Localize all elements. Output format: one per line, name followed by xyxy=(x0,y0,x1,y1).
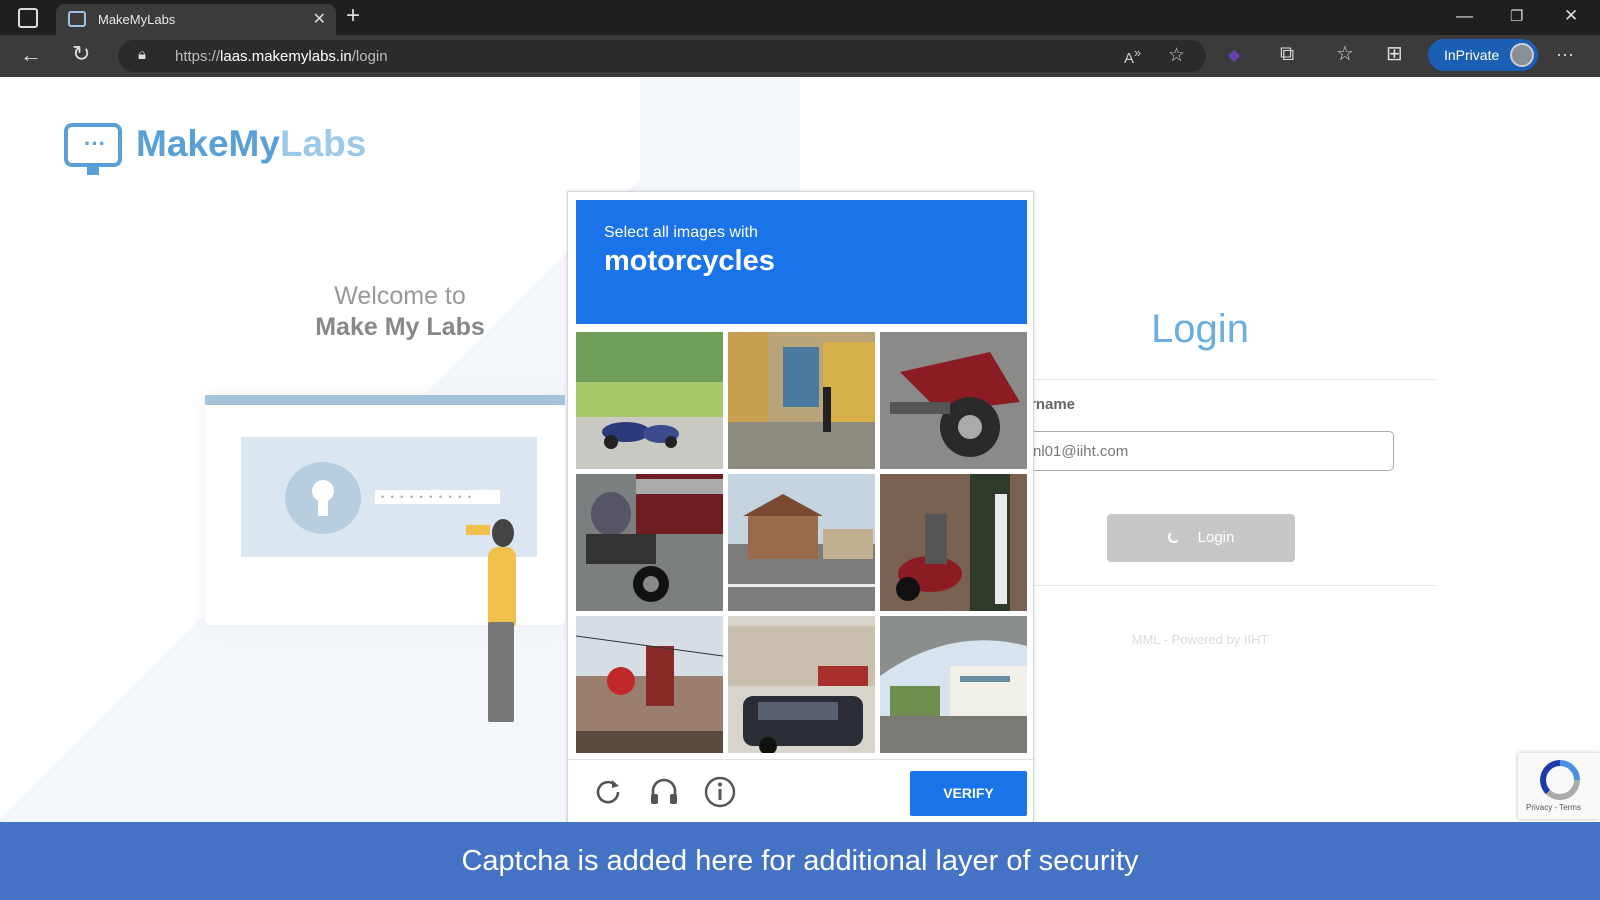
logo-stand xyxy=(87,167,99,175)
profile-avatar xyxy=(1510,43,1534,67)
captcha-target: motorcycles xyxy=(604,245,775,277)
divider xyxy=(1010,379,1435,380)
add-favorite-icon[interactable]: ☆ xyxy=(1168,44,1185,67)
captcha-instruction: Select all images with xyxy=(604,224,758,241)
inprivate-badge[interactable]: InPrivate xyxy=(1428,39,1538,71)
captcha-tile-car-shops[interactable] xyxy=(728,616,875,753)
username-label: rname xyxy=(1030,396,1076,413)
login-button[interactable]: Login xyxy=(1107,514,1295,562)
welcome-line1: Welcome to xyxy=(334,282,466,310)
window-close-icon[interactable]: ✕ xyxy=(1564,6,1578,26)
url-text: https://laas.makemylabs.in/login xyxy=(175,48,388,65)
restore-icon[interactable]: ❐ xyxy=(1510,7,1523,27)
new-tab-icon[interactable]: + xyxy=(346,4,360,28)
browser-tab-strip: MakeMyLabs ✕ + — ❐ ✕ xyxy=(0,0,1600,35)
caption-banner: Captcha is added here for additional lay… xyxy=(0,822,1600,900)
login-button-label: Login xyxy=(1197,529,1235,546)
captcha-tile-traffic-motorcycle[interactable] xyxy=(576,474,723,611)
captcha-image-grid xyxy=(576,332,1027,753)
keyhole-icon xyxy=(285,462,361,534)
illustration-window-bar xyxy=(205,395,565,405)
captcha-footer: VERIFY xyxy=(568,759,1033,823)
tab-actions-icon[interactable] xyxy=(18,8,38,28)
lock-icon[interactable]: 🔒︎ xyxy=(138,46,146,63)
logo-monitor-icon: ··· xyxy=(64,123,122,167)
person-illustration xyxy=(466,517,528,737)
welcome-line2: Make My Labs xyxy=(315,313,485,341)
recaptcha-terms[interactable]: Privacy - Terms xyxy=(1526,803,1581,812)
powered-by-text: MML - Powered by IIHT xyxy=(1131,632,1269,647)
captcha-tile-red-motorcycle[interactable] xyxy=(880,332,1027,469)
address-bar[interactable]: 🔒︎ https://laas.makemylabs.in/login A» ☆ xyxy=(118,40,1206,72)
tab-title: MakeMyLabs xyxy=(98,12,176,27)
browser-tab[interactable]: MakeMyLabs ✕ xyxy=(56,4,336,35)
read-aloud-icon[interactable]: A» xyxy=(1124,46,1141,67)
captcha-challenge: Select all images with motorcycles VERIF… xyxy=(567,191,1034,823)
captcha-tile-roadside-houses[interactable] xyxy=(728,474,875,611)
tab-close-icon[interactable]: ✕ xyxy=(313,9,326,29)
collections-icon[interactable]: ⊞ xyxy=(1386,44,1403,64)
verify-button[interactable]: VERIFY xyxy=(910,771,1027,816)
captcha-tile-parked-scooter[interactable] xyxy=(880,474,1027,611)
captcha-reload-icon[interactable] xyxy=(590,774,626,810)
illustration-password-field: • • • • • • • • • • xyxy=(375,490,500,504)
captcha-tile-alley-mural[interactable] xyxy=(728,332,875,469)
logo-text: MakeMyLabs xyxy=(136,123,367,164)
captcha-header: Select all images with motorcycles xyxy=(576,200,1027,324)
more-menu-icon[interactable]: ··· xyxy=(1556,44,1574,64)
extensions-puzzle-icon[interactable]: ⧉ xyxy=(1280,44,1294,64)
captcha-tile-shop-signs[interactable] xyxy=(576,616,723,753)
welcome-heading: Welcome to Make My Labs xyxy=(265,282,535,342)
tab-favicon-icon xyxy=(68,11,86,27)
recaptcha-logo-icon xyxy=(1540,760,1580,800)
divider xyxy=(1010,585,1435,586)
favorites-icon[interactable]: ☆ xyxy=(1336,44,1354,64)
recaptcha-badge[interactable]: Privacy - Terms xyxy=(1518,753,1600,819)
inprivate-label: InPrivate xyxy=(1444,47,1500,63)
login-title: Login xyxy=(1151,307,1249,351)
username-input[interactable] xyxy=(1020,431,1394,471)
back-icon[interactable]: ← xyxy=(20,44,42,66)
captcha-tile-overpass[interactable] xyxy=(880,616,1027,753)
spinner-icon xyxy=(1167,531,1180,543)
reload-icon[interactable]: ↻ xyxy=(72,43,90,65)
captcha-info-icon[interactable] xyxy=(702,774,738,810)
captcha-tile-park-motorcycles[interactable] xyxy=(576,332,723,469)
browser-toolbar: ← ↻ 🔒︎ https://laas.makemylabs.in/login … xyxy=(0,35,1600,77)
extension-icon[interactable]: ◆ xyxy=(1228,46,1240,66)
captcha-audio-icon[interactable] xyxy=(646,774,682,810)
minimize-icon[interactable]: — xyxy=(1456,6,1473,26)
